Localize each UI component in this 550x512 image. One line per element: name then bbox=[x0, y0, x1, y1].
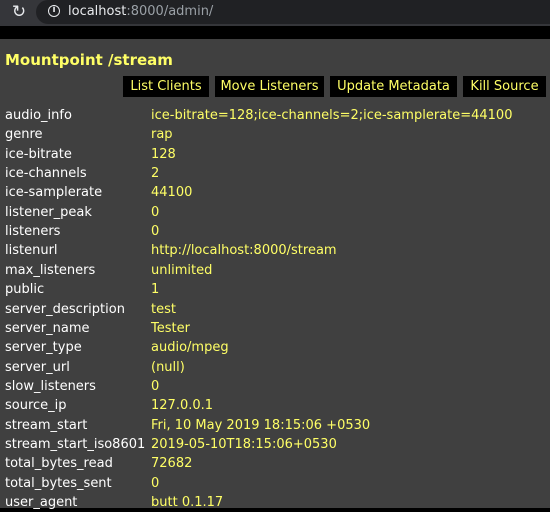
browser-toolbar: ↻ i localhost:8000/admin/ bbox=[0, 0, 550, 26]
stat-row-total-bytes-read: total_bytes_read 72682 bbox=[0, 454, 550, 473]
stat-row-stream-start: stream_start Fri, 10 May 2019 18:15:06 +0… bbox=[0, 416, 550, 435]
stat-row-audio-info: audio_info ice-bitrate=128;ice-channels=2… bbox=[0, 106, 550, 125]
stat-value: Fri, 10 May 2019 18:15:06 +0530 bbox=[151, 417, 371, 433]
stat-key: max_listeners bbox=[5, 262, 96, 278]
stat-value: 0 bbox=[151, 204, 160, 220]
stat-value: 1 bbox=[151, 282, 160, 298]
info-icon[interactable]: i bbox=[48, 5, 60, 17]
mountpoint-title: Mountpoint /stream bbox=[5, 51, 173, 69]
stat-key: listeners bbox=[5, 224, 61, 240]
stat-value: rap bbox=[151, 127, 173, 143]
stat-key: listener_peak bbox=[5, 204, 92, 220]
stat-value: 44100 bbox=[151, 185, 193, 201]
stat-value: unlimited bbox=[151, 262, 213, 278]
top-divider bbox=[0, 26, 550, 39]
stat-value: test bbox=[151, 301, 176, 317]
stat-key: audio_info bbox=[5, 108, 72, 123]
stat-key: source_ip bbox=[5, 398, 67, 414]
stat-row-genre: genre rap bbox=[0, 125, 550, 144]
url-host: localhost bbox=[68, 4, 127, 19]
stat-key: listenurl bbox=[5, 243, 58, 259]
stat-key: stream_start bbox=[5, 417, 88, 433]
stat-row-server-name: server_name Tester bbox=[0, 319, 550, 338]
stat-row-server-url: server_url (null) bbox=[0, 358, 550, 377]
stat-value: 2019-05-10T18:15:06+0530 bbox=[151, 436, 337, 452]
stat-key: server_type bbox=[5, 340, 82, 356]
address-bar[interactable]: i localhost:8000/admin/ bbox=[36, 0, 550, 24]
stat-value: (null) bbox=[151, 359, 185, 375]
stat-key: ice-channels bbox=[5, 166, 87, 182]
list-clients-button[interactable]: List Clients bbox=[123, 76, 209, 97]
stat-key: user_agent bbox=[5, 495, 78, 510]
url-path: :8000/admin/ bbox=[126, 4, 214, 19]
reload-icon[interactable]: ↻ bbox=[10, 3, 28, 21]
stat-key: server_name bbox=[5, 320, 90, 336]
kill-source-button[interactable]: Kill Source bbox=[463, 76, 546, 97]
stat-key: total_bytes_sent bbox=[5, 475, 112, 491]
url-text[interactable]: localhost:8000/admin/ bbox=[68, 3, 213, 20]
stat-row-ice-bitrate: ice-bitrate 128 bbox=[0, 145, 550, 164]
stat-value: 127.0.0.1 bbox=[151, 398, 214, 414]
stat-row-listenurl: listenurl http://localhost:8000/stream bbox=[0, 241, 550, 260]
stat-key: genre bbox=[5, 127, 43, 143]
mountpoint-panel: Mountpoint /stream List Clients Move Lis… bbox=[0, 39, 550, 510]
stat-value: 0 bbox=[151, 378, 160, 394]
stat-value: Tester bbox=[151, 320, 190, 336]
stat-key: total_bytes_read bbox=[5, 456, 113, 472]
stat-row-listeners: listeners 0 bbox=[0, 222, 550, 241]
stat-value: 128 bbox=[151, 146, 176, 162]
stat-row-public: public 1 bbox=[0, 280, 550, 299]
stat-row-total-bytes-sent: total_bytes_sent 0 bbox=[0, 474, 550, 493]
stat-value: 0 bbox=[151, 224, 160, 240]
stat-row-source-ip: source_ip 127.0.0.1 bbox=[0, 396, 550, 415]
stat-value: audio/mpeg bbox=[151, 340, 229, 356]
stat-row-listener-peak: listener_peak 0 bbox=[0, 203, 550, 222]
stat-value: 2 bbox=[151, 166, 160, 182]
stat-key: ice-samplerate bbox=[5, 185, 103, 201]
stat-key: ice-bitrate bbox=[5, 146, 72, 162]
move-listeners-button[interactable]: Move Listeners bbox=[215, 76, 324, 97]
stat-row-server-type: server_type audio/mpeg bbox=[0, 338, 550, 357]
update-metadata-button[interactable]: Update Metadata bbox=[330, 76, 457, 97]
stat-key: server_description bbox=[5, 301, 125, 317]
stat-value: butt 0.1.17 bbox=[151, 495, 224, 510]
stat-row-server-description: server_description test bbox=[0, 300, 550, 319]
stat-row-slow-listeners: slow_listeners 0 bbox=[0, 377, 550, 396]
stat-value: 0 bbox=[151, 475, 160, 491]
stat-row-stream-start-iso8601: stream_start_iso8601 2019-05-10T18:15:06+… bbox=[0, 435, 550, 454]
stat-row-ice-channels: ice-channels 2 bbox=[0, 164, 550, 183]
stat-value: ice-bitrate=128;ice-channels=2;ice-sampl… bbox=[151, 108, 513, 123]
stat-key: public bbox=[5, 282, 45, 298]
stat-key: server_url bbox=[5, 359, 70, 375]
stat-value: 72682 bbox=[151, 456, 193, 472]
stat-key: stream_start_iso8601 bbox=[5, 436, 146, 452]
stat-row-max-listeners: max_listeners unlimited bbox=[0, 261, 550, 280]
stat-row-ice-samplerate: ice-samplerate 44100 bbox=[0, 183, 550, 202]
stat-row-user-agent: user_agent butt 0.1.17 bbox=[0, 493, 550, 512]
stat-key: slow_listeners bbox=[5, 378, 96, 394]
stat-value: http://localhost:8000/stream bbox=[151, 243, 337, 259]
